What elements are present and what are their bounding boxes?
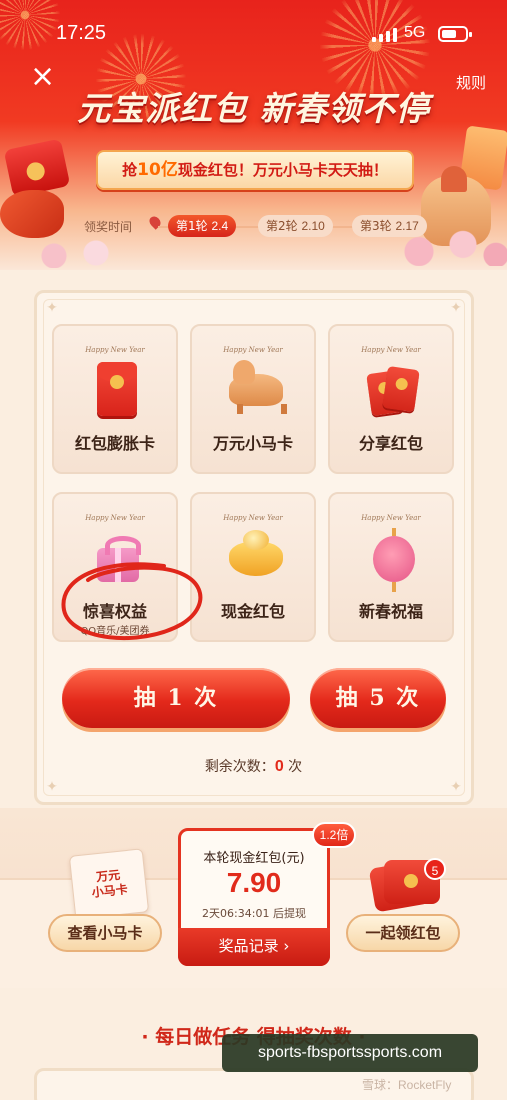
prize-label: 新春祝福 xyxy=(358,602,423,621)
star-ornament-icon: ✦ xyxy=(450,300,462,316)
prize-label: 惊喜权益 xyxy=(82,602,147,621)
header: 17:25 5G × 规则 元宝派红包 新春领不停 抢10亿现金红包！万元小马卡… xyxy=(0,0,507,270)
prize-card: Happy New Year 万元小马卡 xyxy=(190,324,316,474)
prize-label: 分享红包 xyxy=(358,434,423,453)
prize-card: Happy New Year 现金红包 xyxy=(190,492,316,642)
star-ornament-icon: ✦ xyxy=(46,779,58,795)
withdraw-countdown: 2天06:34:01 后提现 xyxy=(202,907,306,920)
round-name: 第3轮 xyxy=(360,219,392,233)
thumb-text: 万元 小马卡 xyxy=(91,867,129,900)
prize-sublabel: QQ音乐/美团券 xyxy=(80,626,150,637)
prize-card: Happy New Year 惊喜权益 QQ音乐/美团券 xyxy=(52,492,178,642)
draw-five-button[interactable]: 抽 5 次 xyxy=(310,668,446,728)
remaining-label: 剩余次数： xyxy=(204,759,275,775)
draw-once-button[interactable]: 抽 1 次 xyxy=(62,668,290,728)
remaining-draws: 剩余次数：0 次 xyxy=(0,756,507,776)
twin-envelope-icon xyxy=(363,360,423,418)
star-ornament-icon: ✦ xyxy=(450,779,462,795)
prize-label: 现金红包 xyxy=(220,602,285,621)
lantern-icon xyxy=(363,528,423,592)
remaining-unit: 次 xyxy=(283,759,303,775)
signal-icon xyxy=(372,26,397,42)
credit-text: 雪球：RocketFly xyxy=(362,1078,452,1092)
prize-records-button[interactable]: 奖品记录 › xyxy=(178,928,330,966)
card-tag: Happy New Year xyxy=(361,514,421,522)
banner-highlight: 10亿 xyxy=(137,160,178,180)
claim-together-button[interactable]: 一起领红包 xyxy=(346,914,460,952)
page-title: 元宝派红包 新春领不停 xyxy=(77,89,430,128)
battery-icon xyxy=(438,26,472,42)
red-envelope-decoration xyxy=(3,138,71,198)
watermark-banner: sports-fbsportssports.com xyxy=(222,1034,478,1072)
prize-card: Happy New Year 分享红包 xyxy=(328,324,454,474)
gift-box-icon xyxy=(87,528,147,586)
round-pill-1[interactable]: 第1轮 2.4 xyxy=(168,215,237,237)
card-tag: Happy New Year xyxy=(85,514,145,522)
card-tag: Happy New Year xyxy=(223,346,283,354)
remaining-count: 0 xyxy=(274,758,284,775)
promo-banner: 抢10亿现金红包！万元小马卡天天抽！ xyxy=(96,150,414,190)
card-tag: Happy New Year xyxy=(223,514,283,522)
red-envelope-icon xyxy=(87,360,147,418)
prize-label: 万元小马卡 xyxy=(212,434,293,453)
card-tag: Happy New Year xyxy=(85,346,145,354)
horse-card-thumbnail[interactable]: 万元 小马卡 xyxy=(68,848,150,920)
status-time: 17:25 xyxy=(56,22,107,44)
round-pill-2[interactable]: 第2轮 2.10 xyxy=(258,215,333,237)
round-date: 2.10 xyxy=(301,219,325,233)
status-bar: 17:25 5G xyxy=(0,20,507,50)
banner-suffix: 现金红包！万元小马卡天天抽！ xyxy=(177,161,388,179)
gold-ingot-icon xyxy=(225,528,285,586)
network-type: 5G xyxy=(404,24,426,41)
reward-timeline: 领奖时间 第1轮 2.4 第2轮 2.10 第3轮 2.17 xyxy=(0,212,507,240)
round-pill-3[interactable]: 第3轮 2.17 xyxy=(352,215,427,237)
prize-card: Happy New Year 红包膨胀卡 xyxy=(52,324,178,474)
count-badge: 5 xyxy=(424,858,446,880)
cash-title: 本轮现金红包(元) xyxy=(203,851,305,866)
banner-prefix: 抢 xyxy=(122,161,138,179)
card-tag: Happy New Year xyxy=(361,346,421,354)
cash-reward-card: 本轮现金红包(元) 7.90 2天06:34:01 后提现 奖品记录 › xyxy=(178,828,330,966)
flower-decoration xyxy=(30,238,150,268)
round-name: 第1轮 xyxy=(176,219,208,233)
round-date: 2.4 xyxy=(211,219,229,233)
horse-icon xyxy=(225,360,287,418)
cash-amount: 7.90 xyxy=(226,867,282,898)
timeline-label: 领奖时间 xyxy=(84,220,133,234)
prize-label: 红包膨胀卡 xyxy=(74,434,155,453)
star-ornament-icon: ✦ xyxy=(46,300,58,316)
prize-card: Happy New Year 新春祝福 xyxy=(328,492,454,642)
round-name: 第2轮 xyxy=(266,219,298,233)
view-horse-card-button[interactable]: 查看小马卡 xyxy=(48,914,162,952)
round-date: 2.17 xyxy=(395,219,419,233)
multiplier-badge: 1.2倍 xyxy=(312,822,356,848)
